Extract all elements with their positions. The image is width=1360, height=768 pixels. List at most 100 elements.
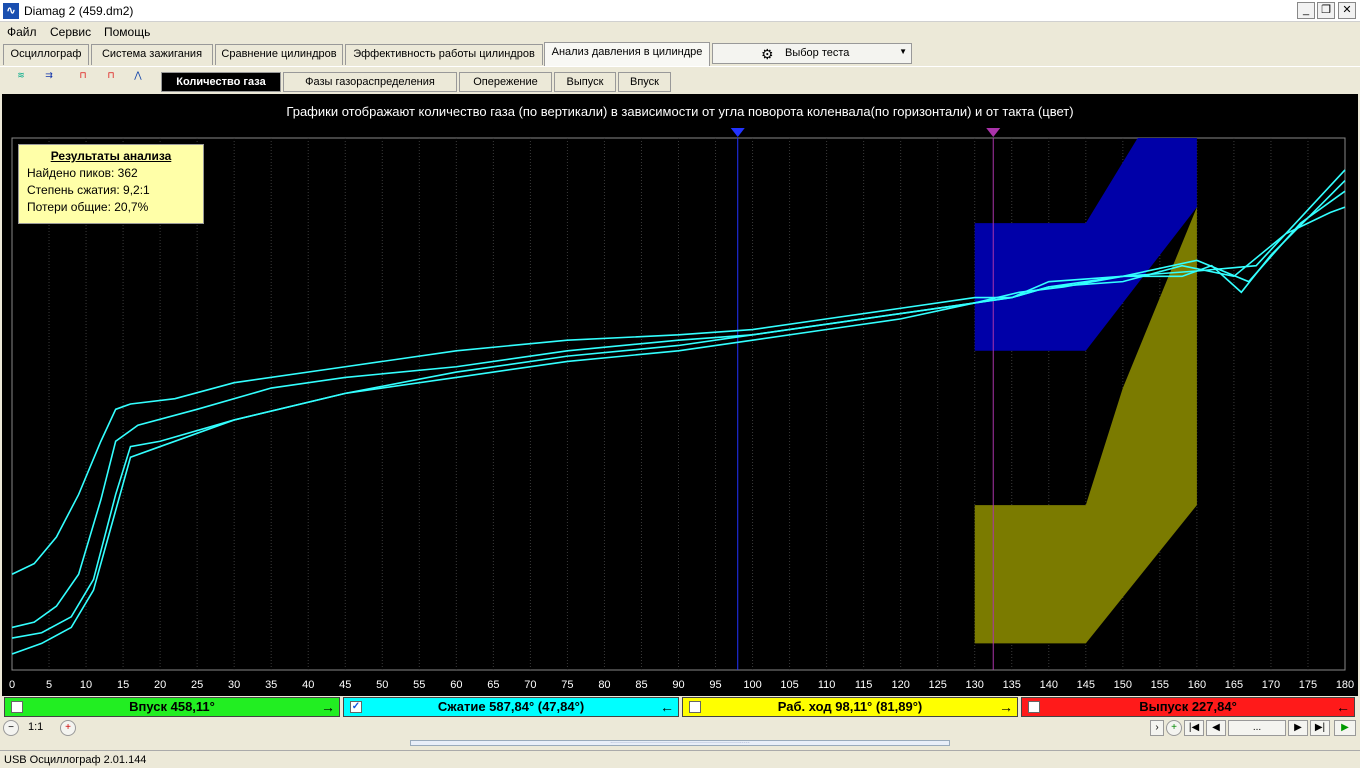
results-compression: Степень сжатия: 9,2:1 — [27, 183, 150, 197]
x-tick-label: 165 — [1225, 679, 1243, 691]
arrow-right-icon[interactable]: → — [321, 698, 335, 716]
x-tick-label: 170 — [1262, 679, 1280, 691]
x-tick-label: 155 — [1151, 679, 1169, 691]
page-indicator[interactable]: ... — [1228, 720, 1286, 736]
x-tick-label: 80 — [598, 679, 610, 691]
results-losses: Потери общие: 20,7% — [27, 200, 149, 214]
auto-cursor-icon[interactable]: ⊓ — [100, 70, 122, 91]
x-tick-label: 150 — [1114, 679, 1132, 691]
x-tick-label: 120 — [891, 679, 909, 691]
x-tick-label: 70 — [524, 679, 536, 691]
results-peaks: Найдено пиков: 362 — [27, 166, 138, 180]
phase-intake-checkbox[interactable] — [11, 701, 23, 713]
minimize-button[interactable]: _ — [1297, 2, 1315, 19]
x-tick-label: 35 — [265, 679, 277, 691]
zoom-level: 1:1 — [28, 721, 44, 733]
phase-intake[interactable]: Впуск 458,11° → — [4, 697, 340, 717]
chart-caption: Графики отображают количество газа (по в… — [286, 104, 1073, 119]
menu-file[interactable]: Файл — [7, 25, 37, 39]
phase-exhaust-checkbox[interactable] — [1028, 701, 1040, 713]
x-tick-label: 175 — [1299, 679, 1317, 691]
x-tick-label: 160 — [1188, 679, 1206, 691]
tab-cylinder-compare[interactable]: Сравнение цилиндров — [215, 44, 343, 65]
scroll-right-small-icon[interactable]: › — [1150, 720, 1164, 736]
test-select-label: Выбор теста — [785, 47, 850, 59]
x-tick-label: 105 — [780, 679, 798, 691]
signal-filter-icon[interactable]: ≋ — [10, 70, 32, 91]
x-tick-label: 40 — [302, 679, 314, 691]
subtab-advance[interactable]: Опережение — [459, 72, 552, 92]
arrow-left-icon[interactable]: ← — [1336, 698, 1350, 716]
oscilloscope-app-icon: ∿ — [3, 3, 19, 19]
tab-ignition[interactable]: Система зажигания — [91, 44, 213, 65]
peak-detect-icon[interactable]: ⋀ — [127, 70, 149, 91]
zoom-in-icon[interactable]: + — [60, 720, 76, 736]
status-text: USB Осциллограф 2.01.144 — [4, 754, 147, 766]
phase-power[interactable]: Раб. ход 98,11° (81,89°) → — [682, 697, 1018, 717]
x-tick-label: 50 — [376, 679, 388, 691]
x-tick-label: 60 — [450, 679, 462, 691]
gas-amount-chart[interactable]: Графики отображают количество газа (по в… — [2, 94, 1358, 696]
next-page-icon[interactable]: ▶ — [1288, 720, 1308, 736]
x-tick-label: 15 — [117, 679, 129, 691]
menu-help[interactable]: Помощь — [104, 25, 150, 39]
test-select-dropdown[interactable]: ⚙ Выбор теста ▼ — [712, 43, 912, 64]
play-icon[interactable]: ▶ — [1334, 720, 1356, 736]
zoom-out-icon[interactable]: − — [3, 720, 19, 736]
close-button[interactable]: ✕ — [1338, 2, 1356, 19]
x-tick-label: 55 — [413, 679, 425, 691]
phase-compression[interactable]: ✓ Сжатие 587,84° (47,84°) ← — [343, 697, 679, 717]
x-tick-label: 90 — [672, 679, 684, 691]
phase-bar: Впуск 458,11° → ✓ Сжатие 587,84° (47,84°… — [0, 696, 1360, 718]
numbering-icon[interactable]: ⇉ — [38, 70, 60, 91]
tab-oscilloscope[interactable]: Осциллограф — [3, 44, 89, 65]
subtab-gas-amount[interactable]: Количество газа — [161, 72, 281, 92]
x-tick-label: 145 — [1077, 679, 1095, 691]
phase-exhaust-label: Выпуск 227,84° — [1139, 699, 1237, 714]
marker-triangle — [986, 128, 1001, 137]
title-bar: ∿ Diamag 2 (459.dm2) _ ❐ ✕ — [0, 0, 1360, 22]
phase-exhaust[interactable]: Выпуск 227,84° ← — [1021, 697, 1355, 717]
panel-splitter[interactable]: ········································… — [410, 740, 950, 746]
x-tick-label: 180 — [1336, 679, 1354, 691]
x-tick-label: 45 — [339, 679, 351, 691]
gear-document-icon: ⚙ — [761, 46, 774, 62]
menu-service[interactable]: Сервис — [50, 25, 91, 39]
zoom-fit-icon[interactable]: + — [1166, 720, 1182, 736]
menu-bar: Файл Сервис Помощь — [0, 22, 1360, 42]
x-tick-label: 5 — [46, 679, 52, 691]
subtab-intake[interactable]: Впуск — [618, 72, 671, 92]
x-tick-label: 110 — [818, 679, 836, 691]
x-tick-label: 115 — [855, 679, 873, 691]
phase-compression-checkbox[interactable]: ✓ — [350, 701, 362, 713]
x-tick-label: 0 — [9, 679, 15, 691]
phase-power-label: Раб. ход 98,11° (81,89°) — [777, 699, 923, 714]
arrow-right-icon[interactable]: → — [999, 698, 1013, 716]
last-page-icon[interactable]: ▶| — [1310, 720, 1330, 736]
cursor-range-icon[interactable]: ⊓ — [72, 70, 94, 91]
x-tick-label: 95 — [709, 679, 721, 691]
chevron-down-icon: ▼ — [899, 47, 907, 56]
phase-power-checkbox[interactable] — [689, 701, 701, 713]
subtab-valve-timing[interactable]: Фазы газораспределения — [283, 72, 457, 92]
x-tick-label: 140 — [1040, 679, 1058, 691]
tab-pressure-analysis[interactable]: Анализ давления в цилиндре — [544, 42, 710, 66]
x-tick-label: 85 — [635, 679, 647, 691]
arrow-left-icon[interactable]: ← — [660, 698, 674, 716]
first-page-icon[interactable]: |◀ — [1184, 720, 1204, 736]
x-tick-label: 130 — [966, 679, 984, 691]
x-tick-label: 20 — [154, 679, 166, 691]
x-tick-label: 75 — [561, 679, 573, 691]
marker-triangle — [730, 128, 745, 137]
window-title: Diamag 2 (459.dm2) — [24, 4, 134, 18]
prev-page-icon[interactable]: ◀ — [1206, 720, 1226, 736]
x-tick-label: 65 — [487, 679, 499, 691]
tab-cylinder-efficiency[interactable]: Эффективность работы цилиндров — [345, 44, 543, 65]
chart-area[interactable]: Графики отображают количество газа (по в… — [2, 94, 1358, 696]
subtab-exhaust[interactable]: Выпуск — [554, 72, 616, 92]
status-bar: USB Осциллограф 2.01.144 — [0, 750, 1360, 768]
phase-intake-label: Впуск 458,11° — [129, 699, 215, 714]
x-tick-labels: 0 5 10 15 20 25 30 35 40 45 50 55 60 65 70 75 80 85 90 95 10… — [9, 679, 1354, 691]
x-tick-label: 30 — [228, 679, 240, 691]
restore-button[interactable]: ❐ — [1317, 2, 1335, 19]
